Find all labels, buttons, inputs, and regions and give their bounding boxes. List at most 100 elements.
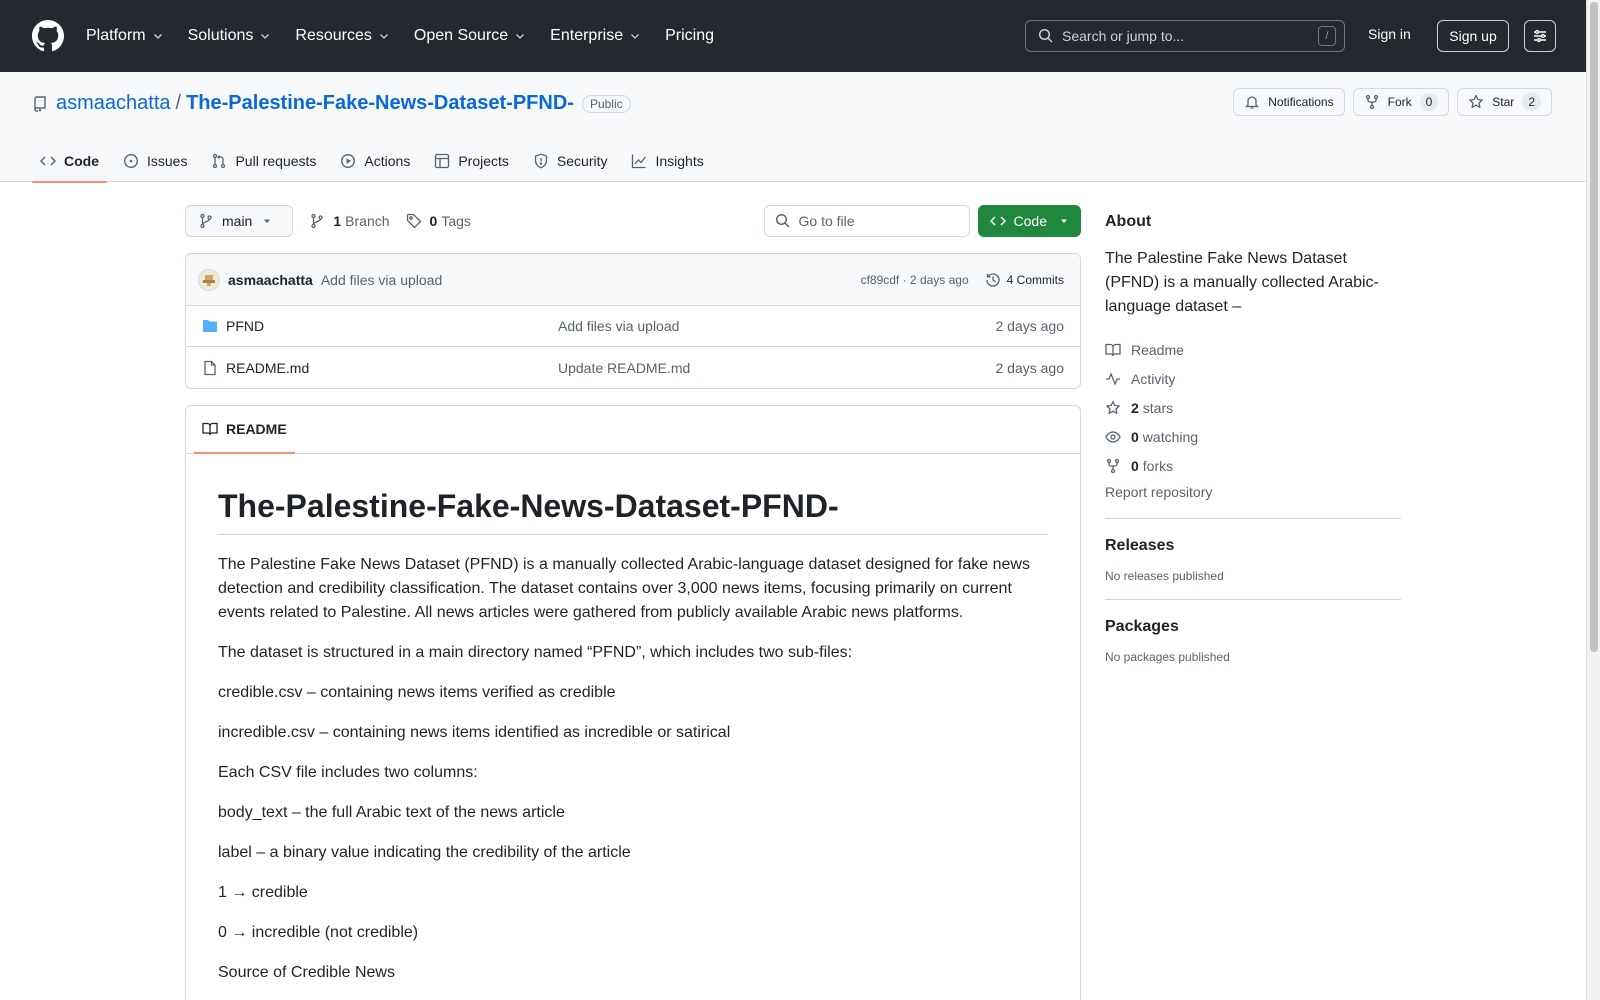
forks-link[interactable]: 0 forks: [1105, 451, 1401, 480]
issue-icon: [123, 153, 139, 169]
book-icon: [202, 422, 218, 436]
tab-pull-requests-label: Pull requests: [235, 153, 317, 169]
readme-paragraph: label – a binary value indicating the cr…: [218, 844, 631, 861]
forks-count: 0: [1131, 457, 1139, 474]
file-icon: [204, 360, 216, 375]
notifications-button[interactable]: Notifications: [1233, 88, 1345, 116]
branch-icon: [311, 213, 324, 229]
caret-down-icon: [1061, 219, 1067, 223]
history-icon: [986, 272, 1000, 287]
chevron-down-icon: [631, 34, 640, 39]
branch-label: Branch: [345, 213, 390, 229]
readme-link-label: Readme: [1131, 341, 1184, 358]
tab-actions[interactable]: Actions: [332, 140, 418, 182]
repo-owner-link[interactable]: asmaachatta: [56, 92, 171, 115]
readme-link[interactable]: Readme: [1105, 335, 1401, 364]
chevron-down-icon: [261, 34, 270, 39]
nav-open-source[interactable]: Open Source: [414, 27, 538, 45]
file-commit-message[interactable]: Add files via upload: [558, 318, 679, 334]
tab-pull-requests[interactable]: Pull requests: [203, 140, 324, 182]
forks-label: forks: [1142, 457, 1174, 474]
tab-issues[interactable]: Issues: [115, 140, 195, 182]
pulse-icon: [1106, 371, 1120, 386]
nav-solutions[interactable]: Solutions: [188, 27, 284, 45]
file-name[interactable]: README.md: [226, 360, 558, 376]
readme-paragraph: credible.csv – containing news items ver…: [218, 684, 616, 701]
commit-author[interactable]: asmaachatta: [228, 272, 313, 288]
tab-code[interactable]: Code: [32, 140, 107, 183]
eye-icon: [1105, 430, 1121, 443]
tab-security[interactable]: Security: [525, 140, 616, 182]
code-icon: [989, 216, 1006, 226]
star-button[interactable]: Star 2: [1457, 88, 1552, 116]
packages-empty-text: No packages published: [1105, 650, 1230, 664]
commits-history-link[interactable]: 4 Commits: [985, 272, 1064, 288]
tab-insights[interactable]: Insights: [623, 140, 711, 182]
main-content: main 1 Branch 0 Tags Go to file Code asm…: [185, 205, 1081, 1000]
fork-button[interactable]: Fork 0: [1352, 88, 1450, 116]
sign-in-link[interactable]: Sign in: [1368, 26, 1411, 42]
fork-icon: [1106, 458, 1120, 473]
branches-link[interactable]: 1 Branch: [309, 213, 390, 229]
commit-message[interactable]: Add files via upload: [321, 272, 442, 288]
star-count: 2: [1522, 93, 1541, 111]
code-icon: [40, 156, 56, 166]
watching-link[interactable]: 0 watching: [1105, 422, 1401, 451]
nav-platform[interactable]: Platform: [86, 27, 176, 45]
report-repository-link[interactable]: Report repository: [1105, 484, 1212, 500]
nav-platform-label: Platform: [86, 27, 146, 44]
page-scrollbar[interactable]: [1586, 0, 1600, 1000]
settings-menu-button[interactable]: [1524, 20, 1556, 52]
nav-pricing-label: Pricing: [665, 27, 714, 44]
releases-heading[interactable]: Releases: [1105, 537, 1401, 555]
readme-paragraph: 1 → credible: [218, 884, 308, 901]
readme-paragraph: Each CSV file includes two columns:: [218, 764, 478, 781]
file-row-readme[interactable]: README.md Update README.md 2 days ago: [186, 347, 1080, 388]
code-dropdown-button[interactable]: Code: [977, 205, 1081, 237]
sign-up-button[interactable]: Sign up: [1437, 20, 1509, 52]
readme-paragraph: Source of Credible News: [218, 964, 395, 981]
repo-name-link[interactable]: The-Palestine-Fake-News-Dataset-PFND-: [186, 92, 574, 115]
watching-label: watching: [1142, 428, 1199, 445]
nav-enterprise-label: Enterprise: [550, 27, 624, 44]
stars-link[interactable]: 2 stars: [1105, 393, 1401, 422]
tab-projects-label: Projects: [458, 153, 509, 169]
packages-heading[interactable]: Packages: [1105, 618, 1401, 636]
nav-pricing[interactable]: Pricing: [665, 27, 726, 45]
file-commit-message[interactable]: Update README.md: [558, 360, 690, 376]
tag-count: 0: [429, 213, 438, 229]
readme-title: The-Palestine-Fake-News-Dataset-PFND-: [218, 486, 1048, 535]
tab-projects[interactable]: Projects: [426, 140, 517, 182]
branch-select-button[interactable]: main: [185, 205, 294, 237]
avatar[interactable]: [198, 268, 220, 291]
fork-label: Fork: [1387, 95, 1412, 109]
nav-enterprise[interactable]: Enterprise: [550, 27, 653, 45]
file-row-pfnd[interactable]: PFND Add files via upload 2 days ago: [186, 306, 1080, 347]
file-name[interactable]: PFND: [226, 318, 558, 334]
global-header: Platform Solutions Resources Open Source…: [0, 0, 1586, 72]
search-shortcut-key: /: [1318, 26, 1336, 46]
repo-title: asmaachatta / The-Palestine-Fake-News-Da…: [32, 92, 631, 115]
search-input[interactable]: Search or jump to... /: [1025, 20, 1345, 52]
activity-link[interactable]: Activity: [1105, 364, 1401, 393]
report-repository-container: Report repository: [1105, 484, 1401, 519]
commit-hash-time[interactable]: cf89cdf · 2 days ago: [861, 273, 969, 287]
file-date: 2 days ago: [995, 318, 1065, 334]
nav-resources[interactable]: Resources: [295, 27, 401, 45]
scrollbar-thumb[interactable]: [1590, 2, 1598, 652]
latest-commit: asmaachatta Add files via upload cf89cdf…: [186, 254, 1080, 306]
tab-security-label: Security: [556, 153, 608, 169]
tab-actions-label: Actions: [364, 153, 411, 169]
go-to-file-input[interactable]: Go to file: [763, 205, 970, 237]
fork-icon: [1365, 94, 1378, 110]
readme-panel: README The-Palestine-Fake-News-Dataset-P…: [185, 405, 1081, 1000]
go-to-file-placeholder: Go to file: [798, 213, 855, 229]
repo-description: The Palestine Fake News Dataset (PFND) i…: [1105, 250, 1379, 315]
github-logo-icon[interactable]: [32, 20, 86, 52]
caret-down-icon: [264, 219, 271, 223]
commit-meta: cf89cdf · 2 days ago 4 Commits: [861, 272, 1064, 288]
readme-tab[interactable]: README: [194, 406, 295, 454]
sliders-icon: [1534, 29, 1546, 43]
repo-tabs: Code Issues Pull requests Actions Projec…: [32, 140, 720, 183]
tags-link[interactable]: 0 Tags: [406, 213, 471, 229]
